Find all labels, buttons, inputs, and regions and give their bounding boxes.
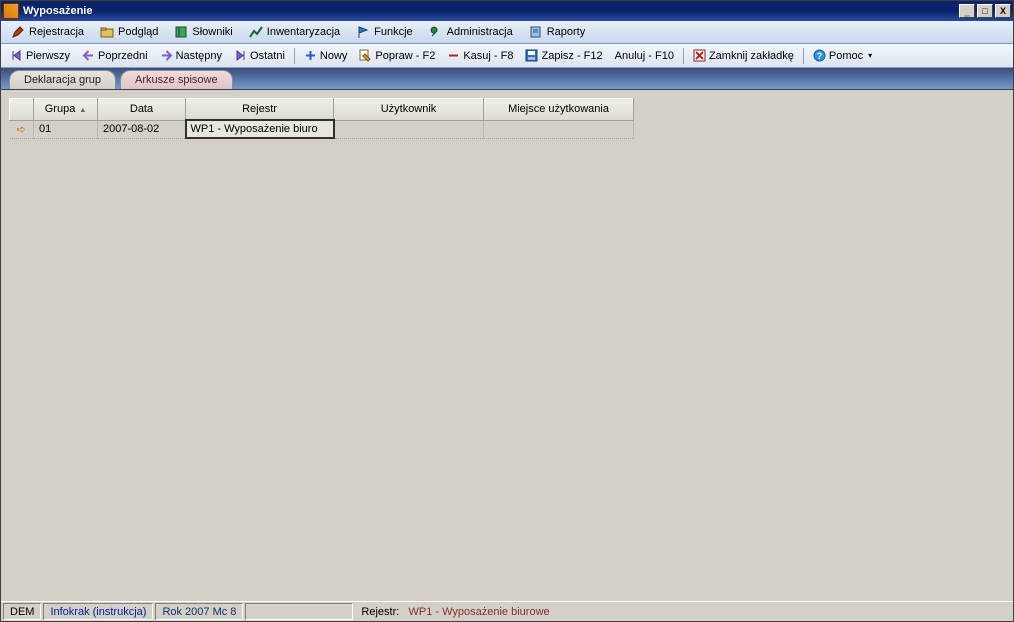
col-rejestr[interactable]: Rejestr xyxy=(186,99,334,121)
plus-icon xyxy=(304,49,317,62)
save-button[interactable]: Zapisz - F12 xyxy=(520,48,607,63)
cell-grupa[interactable]: 01 xyxy=(34,120,98,138)
status-dem[interactable]: DEM xyxy=(3,603,41,620)
app-icon xyxy=(3,3,19,19)
menu-slowniki[interactable]: Słowniki xyxy=(170,23,236,41)
status-infokrak[interactable]: Infokrak (instrukcja) xyxy=(43,603,153,620)
folder-icon xyxy=(100,25,114,39)
close-tab-button[interactable]: Zamknij zakładkę xyxy=(688,48,799,63)
status-blank xyxy=(245,603,353,620)
chart-icon xyxy=(249,25,263,39)
separator xyxy=(683,48,684,64)
tbtn-label: Nowy xyxy=(320,50,348,62)
next-icon xyxy=(160,49,173,62)
cell-miejsce[interactable] xyxy=(484,120,634,138)
last-icon xyxy=(234,49,247,62)
col-grupa[interactable]: Grupa▲ xyxy=(34,99,98,121)
prev-button[interactable]: Poprzedni xyxy=(77,48,153,63)
separator xyxy=(803,48,804,64)
chevron-down-icon: ▾ xyxy=(868,51,872,60)
tbtn-label: Zapisz - F12 xyxy=(541,50,602,62)
book-icon xyxy=(174,25,188,39)
svg-text:?: ? xyxy=(817,51,823,61)
report-icon xyxy=(529,25,543,39)
edit-icon xyxy=(359,49,372,62)
cell-rejestr[interactable]: WP1 - Wyposażenie biuro xyxy=(186,120,334,138)
wrench-icon xyxy=(429,25,443,39)
tbtn-label: Anuluj - F10 xyxy=(615,50,674,62)
menu-label: Administracja xyxy=(447,26,513,38)
tbtn-label: Popraw - F2 xyxy=(375,50,435,62)
menu-inwentaryzacja[interactable]: Inwentaryzacja xyxy=(245,23,344,41)
save-icon xyxy=(525,49,538,62)
tabbar: Deklaracja grup Arkusze spisowe xyxy=(1,68,1013,90)
edit-button[interactable]: Popraw - F2 xyxy=(354,48,440,63)
menubar: Rejestracja Podgląd Słowniki Inwentaryza… xyxy=(1,21,1013,44)
status-rejestr-label: Rejestr: xyxy=(361,606,399,618)
menu-label: Funkcje xyxy=(374,26,413,38)
tbtn-label: Poprzedni xyxy=(98,50,148,62)
statusbar: DEM Infokrak (instrukcja) Rok 2007 Mc 8 … xyxy=(1,601,1013,621)
tbtn-label: Pierwszy xyxy=(26,50,70,62)
status-rejestr: Rejestr: WP1 - Wyposażenie biurowe xyxy=(355,603,555,620)
window-title: Wyposażenie xyxy=(23,5,957,17)
pen-icon xyxy=(11,25,25,39)
last-button[interactable]: Ostatni xyxy=(229,48,290,63)
menu-rejestracja[interactable]: Rejestracja xyxy=(7,23,88,41)
cancel-button[interactable]: Anuluj - F10 xyxy=(610,49,679,63)
new-button[interactable]: Nowy xyxy=(299,48,353,63)
tab-label: Arkusze spisowe xyxy=(135,74,218,86)
tab-label: Deklaracja grup xyxy=(24,74,101,86)
col-uzytkownik[interactable]: Użytkownik xyxy=(334,99,484,121)
tbtn-label: Kasuj - F8 xyxy=(463,50,513,62)
menu-funkcje[interactable]: Funkcje xyxy=(352,23,417,41)
menu-label: Podgląd xyxy=(118,26,158,38)
col-data[interactable]: Data xyxy=(98,99,186,121)
menu-label: Raporty xyxy=(547,26,586,38)
table-row[interactable]: ➪ 01 2007-08-02 WP1 - Wyposażenie biuro xyxy=(10,120,634,138)
minus-icon xyxy=(447,49,460,62)
flag-icon xyxy=(356,25,370,39)
titlebar: Wyposażenie ‗ □ X xyxy=(1,1,1013,21)
data-grid[interactable]: Grupa▲ Data Rejestr Użytkownik Miejsce u… xyxy=(9,98,634,139)
prev-icon xyxy=(82,49,95,62)
tab-deklaracja-grup[interactable]: Deklaracja grup xyxy=(9,70,116,89)
toolbar: Pierwszy Poprzedni Następny Ostatni Nowy… xyxy=(1,44,1013,68)
menu-label: Inwentaryzacja xyxy=(267,26,340,38)
col-miejsce[interactable]: Miejsce użytkowania xyxy=(484,99,634,121)
grid-area: Grupa▲ Data Rejestr Użytkownik Miejsce u… xyxy=(1,90,1013,601)
row-pointer-icon: ➪ xyxy=(10,120,34,138)
header-row: Grupa▲ Data Rejestr Użytkownik Miejsce u… xyxy=(10,99,634,121)
help-icon: ? xyxy=(813,49,826,62)
status-period[interactable]: Rok 2007 Mc 8 xyxy=(155,603,243,620)
tbtn-label: Następny xyxy=(176,50,222,62)
row-indicator-header xyxy=(10,99,34,121)
first-icon xyxy=(10,49,23,62)
cell-data[interactable]: 2007-08-02 xyxy=(98,120,186,138)
help-button[interactable]: ? Pomoc ▾ xyxy=(808,48,877,63)
first-button[interactable]: Pierwszy xyxy=(5,48,75,63)
menu-administracja[interactable]: Administracja xyxy=(425,23,517,41)
tbtn-label: Pomoc xyxy=(829,50,863,62)
menu-podglad[interactable]: Podgląd xyxy=(96,23,162,41)
maximize-button[interactable]: □ xyxy=(977,4,993,18)
menu-label: Rejestracja xyxy=(29,26,84,38)
cell-uzytkownik[interactable] xyxy=(334,120,484,138)
next-button[interactable]: Następny xyxy=(155,48,227,63)
status-rejestr-value: WP1 - Wyposażenie biurowe xyxy=(409,606,550,618)
tab-arkusze-spisowe[interactable]: Arkusze spisowe xyxy=(120,70,233,89)
sort-indicator-icon: ▲ xyxy=(79,107,86,114)
tbtn-label: Ostatni xyxy=(250,50,285,62)
separator xyxy=(294,48,295,64)
menu-raporty[interactable]: Raporty xyxy=(525,23,590,41)
delete-button[interactable]: Kasuj - F8 xyxy=(442,48,518,63)
minimize-button[interactable]: ‗ xyxy=(959,4,975,18)
tbtn-label: Zamknij zakładkę xyxy=(709,50,794,62)
close-button[interactable]: X xyxy=(995,4,1011,18)
menu-label: Słowniki xyxy=(192,26,232,38)
window-buttons: ‗ □ X xyxy=(957,4,1011,18)
close-icon xyxy=(693,49,706,62)
